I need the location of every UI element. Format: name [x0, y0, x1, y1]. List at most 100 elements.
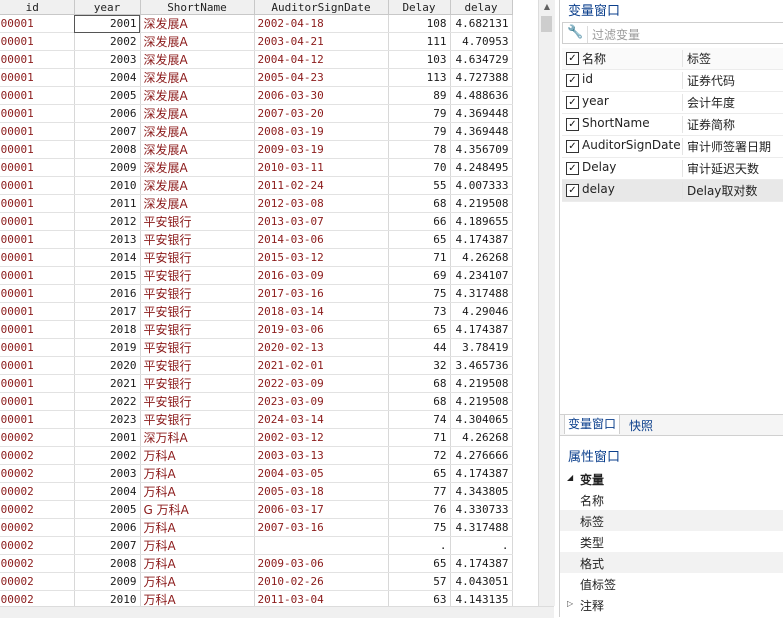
cell-shortname[interactable]: 平安银行: [140, 266, 255, 285]
cell-year[interactable]: 2002: [74, 32, 141, 51]
column-header-year[interactable]: year: [74, 0, 141, 15]
cell-delay[interactable]: 111: [388, 32, 451, 51]
variable-checkbox[interactable]: ✓: [566, 74, 579, 87]
cell-shortname[interactable]: 万科A: [140, 464, 255, 483]
vertical-scrollbar[interactable]: ▲: [538, 0, 555, 606]
column-header-auditorsigndate[interactable]: AuditorSignDate: [254, 0, 389, 15]
cell-shortname[interactable]: 平安银行: [140, 356, 255, 375]
variable-row-shortname[interactable]: ✓ ShortName 证券简称: [562, 114, 783, 136]
cell-id[interactable]: 000001: [0, 176, 75, 195]
cell-delay[interactable]: 4.488636: [450, 86, 513, 105]
property-row[interactable]: 类型: [560, 531, 783, 552]
table-row[interactable]: 0000012020平安银行2021-02-01323.465736: [0, 356, 513, 375]
cell-id[interactable]: 000001: [0, 410, 75, 429]
cell-delay[interactable]: 4.174387: [450, 230, 513, 249]
variable-row-year[interactable]: ✓ year 会计年度: [562, 92, 783, 114]
cell-auditorsigndate[interactable]: 2005-03-18: [254, 482, 389, 501]
cell-delay[interactable]: 4.248495: [450, 158, 513, 177]
cell-auditorsigndate[interactable]: 2003-03-13: [254, 446, 389, 465]
table-row[interactable]: 0000012002深发展A2003-04-211114.70953: [0, 32, 513, 51]
cell-delay[interactable]: 79: [388, 122, 451, 141]
cell-delay[interactable]: 4.234107: [450, 266, 513, 285]
cell-id[interactable]: 000001: [0, 14, 75, 33]
table-row[interactable]: 0000012019平安银行2020-02-13443.78419: [0, 338, 513, 357]
cell-shortname[interactable]: 深发展A: [140, 140, 255, 159]
table-row[interactable]: 0000012003深发展A2004-04-121034.634729: [0, 50, 513, 69]
cell-auditorsigndate[interactable]: 2010-03-11: [254, 158, 389, 177]
cell-id[interactable]: 000001: [0, 32, 75, 51]
table-row[interactable]: 0000012007深发展A2008-03-19794.369448: [0, 122, 513, 141]
cell-delay[interactable]: 4.369448: [450, 104, 513, 123]
table-row[interactable]: 0000012012平安银行2013-03-07664.189655: [0, 212, 513, 231]
cell-auditorsigndate[interactable]: 2009-03-19: [254, 140, 389, 159]
cell-year[interactable]: 2008: [74, 140, 141, 159]
cell-year[interactable]: 2005: [74, 86, 141, 105]
cell-year[interactable]: 2015: [74, 266, 141, 285]
cell-year[interactable]: 2009: [74, 158, 141, 177]
cell-auditorsigndate[interactable]: 2015-03-12: [254, 248, 389, 267]
cell-auditorsigndate[interactable]: 2002-03-12: [254, 428, 389, 447]
cell-year[interactable]: 2004: [74, 482, 141, 501]
cell-year[interactable]: 2007: [74, 536, 141, 555]
cell-delay[interactable]: 4.189655: [450, 212, 513, 231]
cell-auditorsigndate[interactable]: 2011-03-04: [254, 590, 389, 606]
cell-delay[interactable]: 4.356709: [450, 140, 513, 159]
cell-auditorsigndate[interactable]: 2003-04-21: [254, 32, 389, 51]
filter-variables-input[interactable]: [587, 26, 783, 43]
cell-delay[interactable]: 4.26268: [450, 428, 513, 447]
cell-delay[interactable]: 4.174387: [450, 554, 513, 573]
table-row[interactable]: 0000022004万科A2005-03-18774.343805: [0, 482, 513, 501]
table-row[interactable]: 0000012014平安银行2015-03-12714.26268: [0, 248, 513, 267]
cell-year[interactable]: 2006: [74, 518, 141, 537]
cell-delay[interactable]: 4.007333: [450, 176, 513, 195]
cell-delay[interactable]: 4.304065: [450, 410, 513, 429]
cell-shortname[interactable]: 万科A: [140, 518, 255, 537]
scrollbar-thumb[interactable]: [541, 16, 552, 32]
cell-auditorsigndate[interactable]: 2004-04-12: [254, 50, 389, 69]
expand-triangle-icon[interactable]: ▷: [567, 599, 573, 608]
table-row[interactable]: 0000022003万科A2004-03-05654.174387: [0, 464, 513, 483]
table-row[interactable]: 0000012009深发展A2010-03-11704.248495: [0, 158, 513, 177]
cell-id[interactable]: 000002: [0, 554, 75, 573]
cell-year[interactable]: 2003: [74, 464, 141, 483]
cell-delay[interactable]: 75: [388, 284, 451, 303]
table-row[interactable]: 0000012010深发展A2011-02-24554.007333: [0, 176, 513, 195]
cell-delay[interactable]: 4.369448: [450, 122, 513, 141]
variable-checkbox[interactable]: ✓: [566, 140, 579, 153]
cell-delay[interactable]: .: [450, 536, 513, 555]
cell-delay[interactable]: 4.219508: [450, 392, 513, 411]
cell-delay[interactable]: 4.26268: [450, 248, 513, 267]
horizontal-scrollbar[interactable]: [0, 606, 554, 618]
column-header-shortname[interactable]: ShortName: [140, 0, 255, 15]
cell-delay[interactable]: 66: [388, 212, 451, 231]
cell-id[interactable]: 000001: [0, 68, 75, 87]
table-row[interactable]: 0000012022平安银行2023-03-09684.219508: [0, 392, 513, 411]
cell-delay[interactable]: 3.78419: [450, 338, 513, 357]
cell-delay[interactable]: 4.276666: [450, 446, 513, 465]
variable-checkbox[interactable]: ✓: [566, 96, 579, 109]
table-row[interactable]: 0000012006深发展A2007-03-20794.369448: [0, 104, 513, 123]
cell-shortname[interactable]: 深发展A: [140, 50, 255, 69]
cell-delay[interactable]: 65: [388, 554, 451, 573]
cell-delay[interactable]: 4.330733: [450, 500, 513, 519]
cell-delay[interactable]: 55: [388, 176, 451, 195]
cell-id[interactable]: 000001: [0, 266, 75, 285]
cell-delay[interactable]: 103: [388, 50, 451, 69]
cell-delay[interactable]: 79: [388, 104, 451, 123]
cell-auditorsigndate[interactable]: 2017-03-16: [254, 284, 389, 303]
cell-shortname[interactable]: 深万科A: [140, 428, 255, 447]
properties-group-notes[interactable]: ▷ 注释: [560, 594, 783, 615]
cell-shortname[interactable]: 万科A: [140, 572, 255, 591]
table-row[interactable]: 0000012023平安银行2024-03-14744.304065: [0, 410, 513, 429]
cell-delay[interactable]: .: [388, 536, 451, 555]
cell-year[interactable]: 2010: [74, 590, 141, 606]
table-row[interactable]: 0000022008万科A2009-03-06654.174387: [0, 554, 513, 573]
cell-id[interactable]: 000002: [0, 428, 75, 447]
cell-delay[interactable]: 74: [388, 410, 451, 429]
cell-id[interactable]: 000001: [0, 230, 75, 249]
table-row[interactable]: 0000022010万科A2011-03-04634.143135: [0, 590, 513, 606]
cell-id[interactable]: 000002: [0, 446, 75, 465]
cell-delay[interactable]: 32: [388, 356, 451, 375]
table-row[interactable]: 0000012004深发展A2005-04-231134.727388: [0, 68, 513, 87]
cell-auditorsigndate[interactable]: 2020-02-13: [254, 338, 389, 357]
